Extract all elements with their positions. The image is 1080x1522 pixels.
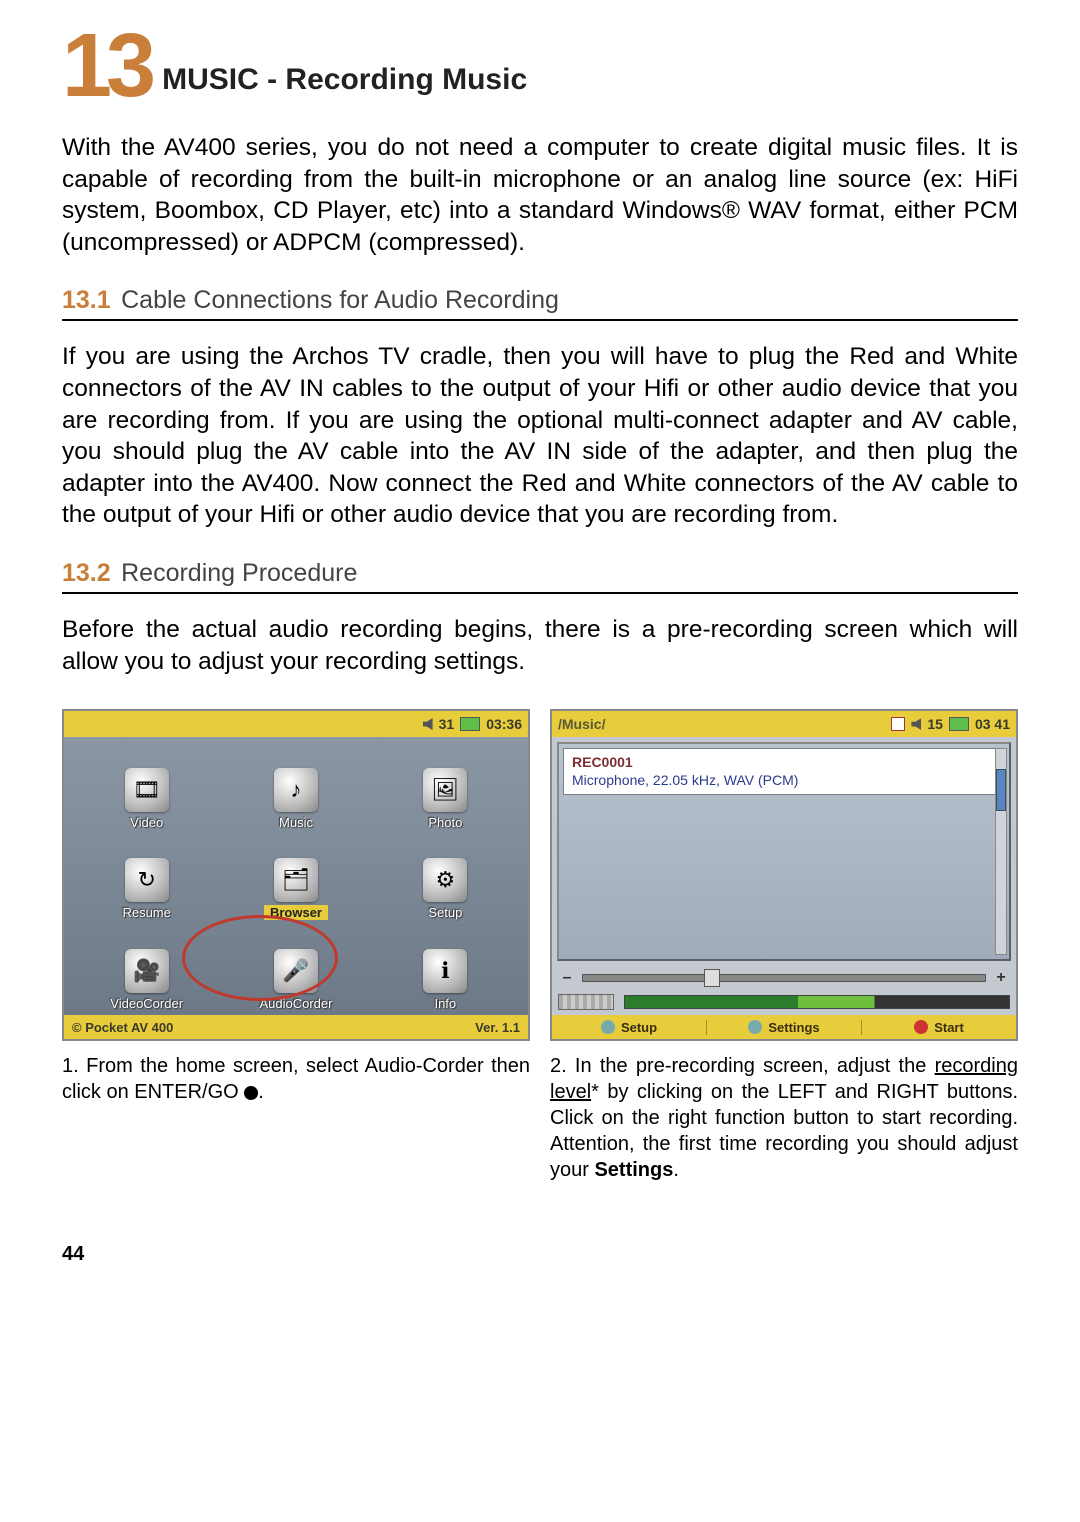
video-icon: 🎞 [125, 768, 169, 812]
label: Resume [116, 905, 176, 920]
home-grid: 🎞 Video ♪ Music 🖼 Photo ↻ Resume 🗂 Browser ⚙ S… [64, 737, 528, 1015]
section-13-2-body: Before the actual audio recording begins… [62, 614, 1018, 677]
status-bar: 31 03:36 [64, 711, 528, 737]
label: Photo [422, 815, 468, 830]
magnify-icon [748, 1020, 762, 1034]
product-name: © Pocket AV 400 [72, 1020, 173, 1035]
softkey-bar: Setup Settings Start [552, 1015, 1016, 1039]
section-title: Recording Procedure [121, 559, 357, 587]
chapter-title: MUSIC - Recording Music [162, 63, 527, 102]
videocorder-icon: 🎥 [125, 949, 169, 993]
stop-icon [891, 717, 905, 731]
softkey-label: Settings [768, 1020, 819, 1035]
softkey-settings[interactable]: Settings [706, 1020, 861, 1035]
menu-music[interactable]: ♪ Music [221, 743, 370, 830]
caption-text: . [258, 1081, 264, 1103]
caption-text: 2. In the pre-recording screen, adjust t… [550, 1055, 935, 1077]
figure-2: /Music/ 15 03 41 REC0001 Microphone, 22.… [550, 709, 1018, 1203]
label: Info [428, 996, 462, 1011]
menu-audiocorder[interactable]: 🎤 AudioCorder [221, 924, 370, 1011]
label: VideoCorder [104, 996, 189, 1011]
figure-1: 31 03:36 🎞 Video ♪ Music 🖼 Photo ↻ Resume 🗂 B… [62, 709, 530, 1203]
slider-thumb[interactable] [704, 969, 720, 987]
battery-level: 31 [439, 716, 455, 732]
prerecording-screen: /Music/ 15 03 41 REC0001 Microphone, 22.… [550, 709, 1018, 1041]
label: Setup [422, 905, 468, 920]
battery-icon [949, 717, 969, 731]
photo-icon: 🖼 [423, 768, 467, 812]
browser-icon: 🗂 [274, 858, 318, 902]
recording-details: Microphone, 22.05 kHz, WAV (PCM) [572, 771, 996, 789]
figure-1-caption: 1. From the home screen, select Audio-Co… [62, 1053, 530, 1105]
recording-panel: REC0001 Microphone, 22.05 kHz, WAV (PCM) [557, 742, 1011, 961]
battery-level: 15 [927, 716, 943, 732]
scrollbar-thumb[interactable] [996, 769, 1006, 811]
intro-paragraph: With the AV400 series, you do not need a… [62, 132, 1018, 258]
recording-filename: REC0001 [572, 753, 996, 771]
level-plus[interactable]: + [992, 969, 1010, 987]
slider-track[interactable] [582, 974, 986, 982]
softkey-label: Start [934, 1020, 964, 1035]
figures-row: 31 03:36 🎞 Video ♪ Music 🖼 Photo ↻ Resume 🗂 B… [62, 709, 1018, 1203]
softkey-label: Setup [621, 1020, 657, 1035]
menu-photo[interactable]: 🖼 Photo [371, 743, 520, 830]
section-13-2-header: 13.2 Recording Procedure [62, 559, 1018, 594]
menu-video[interactable]: 🎞 Video [72, 743, 221, 830]
resume-icon: ↻ [125, 858, 169, 902]
scrollbar[interactable] [995, 748, 1007, 955]
section-title: Cable Connections for Audio Recording [121, 286, 559, 314]
enter-go-icon [244, 1086, 258, 1100]
menu-videocorder[interactable]: 🎥 VideoCorder [72, 924, 221, 1011]
home-screen: 31 03:36 🎞 Video ♪ Music 🖼 Photo ↻ Resume 🗂 B… [62, 709, 530, 1041]
audiocorder-icon: 🎤 [274, 949, 318, 993]
clock: 03 41 [975, 716, 1010, 732]
section-number: 13.2 [62, 559, 111, 587]
footer-bar: © Pocket AV 400 Ver. 1.1 [64, 1015, 528, 1039]
caption-bold: Settings [594, 1159, 673, 1181]
record-icon [914, 1020, 928, 1034]
menu-browser[interactable]: 🗂 Browser [221, 834, 370, 921]
clock: 03:36 [486, 716, 522, 732]
speaker-icon [423, 718, 433, 730]
section-number: 13.1 [62, 286, 111, 314]
recording-level-slider[interactable]: – + [558, 967, 1010, 989]
label: Browser [264, 905, 328, 920]
menu-info[interactable]: ℹ Info [371, 924, 520, 1011]
level-meter [624, 995, 1010, 1009]
section-13-1-body: If you are using the Archos TV cradle, t… [62, 341, 1018, 531]
setup-icon: ⚙ [423, 858, 467, 902]
meter-row [558, 993, 1010, 1011]
caption-text: 1. From the home screen, select Audio-Co… [62, 1055, 530, 1103]
menu-setup[interactable]: ⚙ Setup [371, 834, 520, 921]
version: Ver. 1.1 [475, 1020, 520, 1035]
label: AudioCorder [253, 996, 338, 1011]
label: Music [273, 815, 319, 830]
menu-resume[interactable]: ↻ Resume [72, 834, 221, 921]
figure-2-caption: 2. In the pre-recording screen, adjust t… [550, 1053, 1018, 1183]
label: Video [124, 815, 169, 830]
level-minus[interactable]: – [558, 969, 576, 987]
chapter-number: 13 [62, 30, 150, 102]
chapter-header: 13 MUSIC - Recording Music [62, 30, 1018, 102]
battery-icon [460, 717, 480, 731]
magnify-icon [601, 1020, 615, 1034]
path: /Music/ [558, 716, 605, 732]
softkey-setup[interactable]: Setup [552, 1020, 706, 1035]
status-bar: /Music/ 15 03 41 [552, 711, 1016, 737]
prerecording-body: REC0001 Microphone, 22.05 kHz, WAV (PCM)… [552, 737, 1016, 1039]
softkey-start[interactable]: Start [861, 1020, 1016, 1035]
music-icon: ♪ [274, 768, 318, 812]
source-icon [558, 994, 614, 1010]
page-number: 44 [62, 1243, 1018, 1266]
info-icon: ℹ [423, 949, 467, 993]
section-13-1-header: 13.1 Cable Connections for Audio Recordi… [62, 286, 1018, 321]
speaker-icon [911, 718, 921, 730]
recording-info: REC0001 Microphone, 22.05 kHz, WAV (PCM) [563, 748, 1005, 794]
caption-text: . [673, 1159, 679, 1181]
